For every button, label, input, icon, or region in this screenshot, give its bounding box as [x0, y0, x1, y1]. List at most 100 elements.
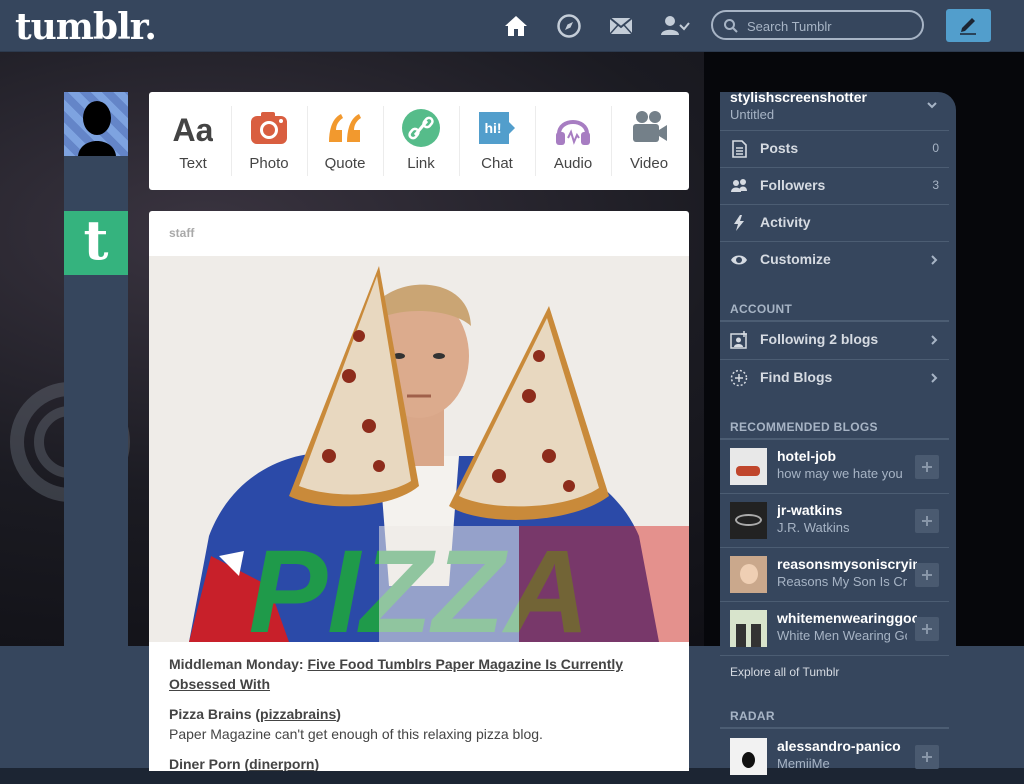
- followers-count: 3: [932, 178, 939, 192]
- account-icon[interactable]: [660, 13, 690, 39]
- svg-text:hi!: hi!: [484, 120, 501, 136]
- account-section-title: ACCOUNT: [730, 302, 793, 316]
- find-blogs-icon: [730, 369, 748, 387]
- staff-avatar[interactable]: t: [64, 211, 128, 275]
- blog-avatar: [730, 448, 767, 485]
- account-name[interactable]: stylishscreenshotter: [730, 89, 867, 105]
- post-item-title-end: ): [336, 706, 341, 722]
- post-quote-label: Quote: [324, 155, 366, 172]
- link-icon: [402, 109, 440, 147]
- post-video-button[interactable]: Video: [611, 92, 687, 190]
- follow-button[interactable]: [915, 617, 939, 641]
- post-intro: Middleman Monday: Five Food Tumblrs Pape…: [169, 654, 669, 694]
- sidebar-item-label: Followers: [760, 177, 826, 193]
- pizza-photo-illustration: PIZZA: [149, 256, 689, 642]
- post-intro-label: Middleman Monday:: [169, 656, 308, 672]
- explore-link[interactable]: Explore all of Tumblr: [730, 665, 839, 679]
- user-avatar[interactable]: [64, 92, 128, 156]
- recommended-blog[interactable]: jr-watkins J.R. Watkins: [720, 494, 949, 548]
- post-audio-button[interactable]: Audio: [535, 92, 611, 190]
- blog-avatar: [730, 502, 767, 539]
- follow-button[interactable]: [915, 455, 939, 479]
- sidebar-item-label: Posts: [760, 140, 799, 156]
- section-divider: [720, 727, 949, 729]
- blog-description: J.R. Watkins: [777, 520, 850, 535]
- post-item-link[interactable]: dinerporn: [249, 756, 314, 771]
- right-sidebar: stylishscreenshotter Untitled Posts 0 Fo…: [720, 89, 956, 775]
- blog-description: Reasons My Son Is Crying: [777, 574, 907, 589]
- home-icon[interactable]: [503, 13, 529, 39]
- blog-description: how may we hate you: [777, 466, 903, 481]
- chat-icon: hi!: [479, 112, 515, 144]
- chevron-right-icon: [931, 335, 938, 345]
- blog-name: hotel-job: [777, 448, 837, 464]
- post-blog-name[interactable]: staff: [169, 226, 194, 240]
- blog-name: whitemenwearinggoogleglass: [777, 610, 917, 626]
- post-photo-label: Photo: [249, 155, 289, 172]
- search-box[interactable]: [711, 10, 924, 40]
- recommended-blog[interactable]: whitemenwearinggoogleglass White Men Wea…: [720, 602, 949, 656]
- post-quote-button[interactable]: Quote: [307, 92, 383, 190]
- sidebar-item-find-blogs[interactable]: Find Blogs: [720, 359, 949, 395]
- blog-avatar: [730, 610, 767, 647]
- radar-blog[interactable]: alessandro-panico MemiiMe: [720, 730, 949, 784]
- post-chat-button[interactable]: hi! Chat: [459, 92, 535, 190]
- post-item-title: Pizza Brains (: [169, 706, 261, 722]
- post-photo[interactable]: PIZZA: [149, 256, 689, 642]
- recommended-blog[interactable]: hotel-job how may we hate you: [720, 440, 949, 494]
- sidebar-item-label: Find Blogs: [760, 369, 833, 385]
- radar-section-title: RADAR: [730, 709, 775, 723]
- post-link-label: Link: [407, 155, 435, 172]
- compass-icon[interactable]: [556, 13, 582, 39]
- blog-avatar: [730, 556, 767, 593]
- follow-button[interactable]: [915, 563, 939, 587]
- sidebar-item-followers[interactable]: Followers 3: [720, 167, 949, 203]
- sidebar-item-label: Following 2 blogs: [760, 331, 879, 347]
- post-item: Pizza Brains (pizzabrains) Paper Magazin…: [169, 704, 669, 744]
- posts-count: 0: [932, 141, 939, 155]
- followers-icon: [731, 179, 747, 192]
- post-item-title-end: ): [314, 756, 320, 771]
- post-link-button[interactable]: Link: [383, 92, 459, 190]
- blog-avatar: [730, 738, 767, 775]
- sidebar-item-activity[interactable]: Activity: [720, 204, 949, 240]
- mail-icon[interactable]: [608, 13, 634, 39]
- chevron-down-icon[interactable]: [926, 99, 938, 111]
- post-item-link[interactable]: pizzabrains: [260, 706, 336, 722]
- blog-name: reasonsmysoniscrying: [777, 556, 917, 572]
- compose-button[interactable]: [946, 9, 991, 42]
- sidebar-item-posts[interactable]: Posts 0: [720, 130, 949, 166]
- avatar-silhouette-icon: [78, 101, 116, 156]
- sidebar-item-label: Activity: [760, 214, 811, 230]
- search-input[interactable]: [745, 15, 919, 37]
- post-photo-button[interactable]: Photo: [231, 92, 307, 190]
- post-text-label: Text: [179, 155, 207, 172]
- post-chat-label: Chat: [481, 155, 513, 172]
- post-type-bar: Aa Text Photo Quote Link hi! Chat Audio …: [149, 92, 689, 190]
- blog-description: MemiiMe: [777, 756, 830, 771]
- blog-name: jr-watkins: [777, 502, 843, 518]
- post-video-label: Video: [629, 155, 669, 172]
- post-item: Diner Porn (dinerporn): [169, 754, 669, 771]
- headphones-icon: [556, 120, 590, 145]
- recommended-blog[interactable]: reasonsmysoniscrying Reasons My Son Is C…: [720, 548, 949, 602]
- post-body: Middleman Monday: Five Food Tumblrs Pape…: [169, 654, 669, 771]
- sidebar-item-label: Customize: [760, 251, 831, 267]
- sidebar-item-customize[interactable]: Customize: [720, 241, 949, 277]
- post-text-button[interactable]: Aa Text: [155, 92, 231, 190]
- video-camera-icon: [633, 111, 667, 142]
- post-item-desc: Paper Magazine can't get enough of this …: [169, 726, 543, 742]
- following-icon: [730, 331, 747, 349]
- recommended-section-title: RECOMMENDED BLOGS: [730, 420, 878, 434]
- posts-icon: [732, 140, 747, 158]
- svg-text:Aa: Aa: [173, 112, 213, 148]
- sidebar-item-following[interactable]: Following 2 blogs: [720, 322, 949, 358]
- account-subtitle: Untitled: [730, 107, 775, 122]
- tumblr-logo[interactable]: tumblr.: [15, 6, 157, 48]
- eye-icon: [731, 255, 747, 265]
- follow-button[interactable]: [915, 745, 939, 769]
- follow-button[interactable]: [915, 509, 939, 533]
- top-header: tumblr.: [0, 0, 1024, 52]
- blog-name: alessandro-panico: [777, 738, 901, 754]
- camera-icon: [251, 112, 287, 144]
